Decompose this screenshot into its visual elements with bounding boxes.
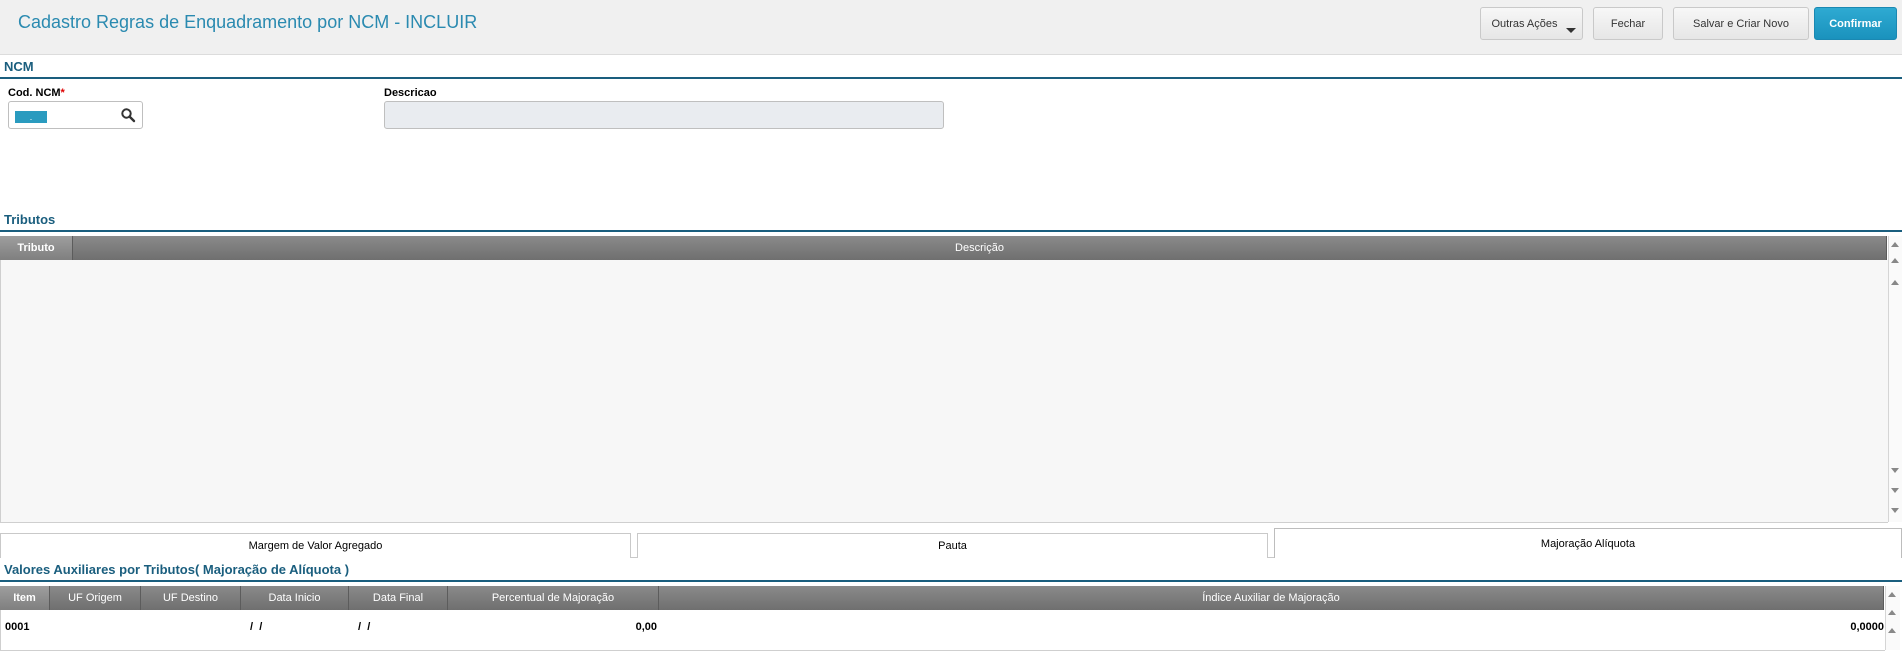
- cod-ncm-value: .: [15, 111, 47, 123]
- col-header-percentual[interactable]: Percentual de Majoração: [448, 586, 659, 610]
- outras-acoes-label: Outras Ações: [1491, 17, 1558, 30]
- ncm-section-title: NCM: [4, 59, 34, 74]
- cell-item: 0001: [5, 621, 30, 633]
- required-mark: *: [60, 87, 65, 99]
- col-header-tributo[interactable]: Tributo: [0, 236, 73, 260]
- valores-section-title: Valores Auxiliares por Tributos( Majoraç…: [4, 562, 350, 577]
- page-title: Cadastro Regras de Enquadramento por NCM…: [18, 12, 478, 32]
- tab-majoracao-aliquota[interactable]: Majoração Alíquota: [1274, 528, 1902, 558]
- section-divider: [0, 77, 1902, 79]
- salvar-criar-novo-button[interactable]: Salvar e Criar Novo: [1673, 7, 1809, 40]
- tributos-scrollbar[interactable]: [1888, 236, 1902, 522]
- scroll-down-icon[interactable]: [1891, 468, 1899, 473]
- scroll-page-up-icon[interactable]: [1888, 610, 1896, 615]
- cod-ncm-label-text: Cod. NCM: [8, 87, 61, 99]
- chevron-down-icon: [1566, 28, 1576, 33]
- scroll-page-down-icon[interactable]: [1891, 488, 1899, 493]
- col-header-data-inicio[interactable]: Data Inicio: [241, 586, 349, 610]
- section-divider: [0, 580, 1902, 582]
- outras-acoes-button[interactable]: Outras Ações: [1480, 7, 1583, 40]
- cod-ncm-input[interactable]: .: [8, 101, 143, 129]
- table-row[interactable]: 0001 / / / / 0,00 0,0000: [1, 610, 1885, 634]
- tributos-grid-header: Tributo Descrição: [0, 236, 1887, 260]
- tab-pauta[interactable]: Pauta: [637, 533, 1268, 558]
- col-header-data-final[interactable]: Data Final: [349, 586, 448, 610]
- fechar-button[interactable]: Fechar: [1593, 7, 1663, 40]
- col-header-descricao[interactable]: Descrição: [73, 236, 1887, 260]
- cell-data-final: / /: [355, 621, 371, 633]
- valores-grid-body: 0001 / / / / 0,00 0,0000: [0, 610, 1885, 651]
- confirmar-button[interactable]: Confirmar: [1814, 7, 1897, 40]
- scroll-top-icon[interactable]: [1888, 592, 1896, 597]
- cod-ncm-label: Cod. NCM*: [8, 87, 65, 99]
- descricao-label: Descricao: [384, 87, 437, 99]
- col-header-indice[interactable]: Índice Auxiliar de Majoração: [659, 586, 1884, 610]
- scroll-page-up-icon[interactable]: [1891, 258, 1899, 263]
- tab-margem-valor-agregado[interactable]: Margem de Valor Agregado: [0, 533, 631, 558]
- scroll-up-icon[interactable]: [1888, 628, 1896, 633]
- col-header-uf-destino[interactable]: UF Destino: [141, 586, 241, 610]
- valores-scrollbar[interactable]: [1885, 586, 1900, 650]
- cell-indice: 0,0000: [1850, 621, 1884, 633]
- scroll-bottom-icon[interactable]: [1891, 508, 1899, 513]
- col-header-item[interactable]: Item: [0, 586, 50, 610]
- col-header-uf-origem[interactable]: UF Origem: [50, 586, 141, 610]
- top-bar: Cadastro Regras de Enquadramento por NCM…: [0, 0, 1902, 55]
- cell-data-inicio: / /: [247, 621, 263, 633]
- tributos-grid-body[interactable]: [0, 260, 1888, 523]
- scroll-top-icon[interactable]: [1891, 242, 1899, 247]
- search-icon[interactable]: [120, 107, 136, 123]
- scroll-up-icon[interactable]: [1891, 280, 1899, 285]
- descricao-field: [384, 101, 944, 129]
- cell-percentual: 0,00: [635, 621, 657, 633]
- tributos-section-title: Tributos: [4, 212, 56, 227]
- valores-grid-header: Item UF Origem UF Destino Data Inicio Da…: [0, 586, 1884, 610]
- section-divider: [0, 230, 1902, 232]
